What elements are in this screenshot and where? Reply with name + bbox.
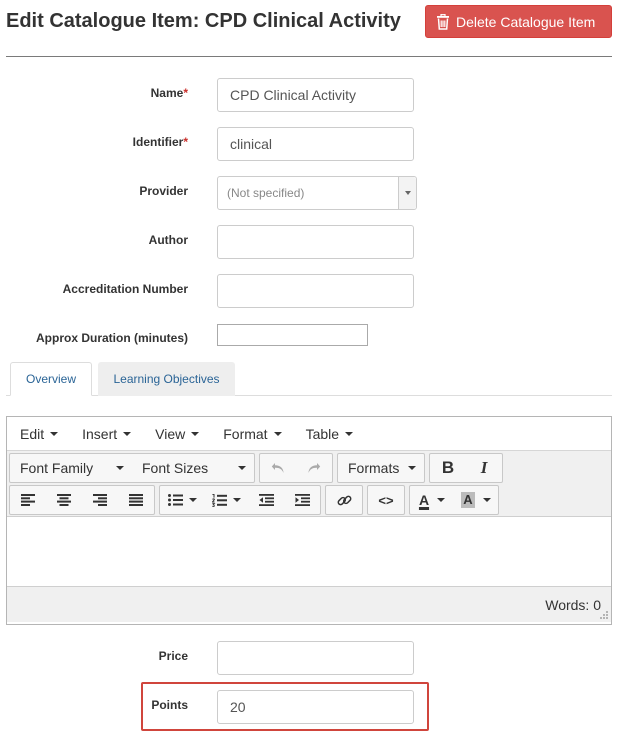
indent-button[interactable] [284,486,320,514]
bold-button[interactable]: B [430,454,466,482]
background-color-button[interactable]: A [454,486,498,514]
redo-button[interactable] [296,454,332,482]
editor-menubar: Edit Insert View Format Table [7,417,611,451]
page-title: Edit Catalogue Item: CPD Clinical Activi… [6,10,401,32]
title-divider [6,56,612,57]
alignment-buttons [9,485,155,515]
menu-view[interactable]: View [155,426,200,442]
caret-down-icon [437,498,446,502]
points-input[interactable]: 20 [217,690,414,724]
align-justify-button[interactable] [118,486,154,514]
rich-text-editor: Edit Insert View Format Table Font Famil… [6,416,612,625]
accreditation-number-label: Accreditation Number [62,282,188,296]
align-right-icon [93,494,107,506]
undo-button[interactable] [260,454,296,482]
points-label: Points [151,698,188,712]
caret-down-icon [408,466,416,470]
resize-handle-icon[interactable] [599,610,609,620]
italic-button[interactable]: I [466,454,502,482]
align-center-button[interactable] [46,486,82,514]
link-icon [337,493,352,508]
caret-down-icon [50,431,59,436]
caret-down-icon [188,498,197,502]
price-label: Price [158,649,188,663]
provider-label: Provider [139,184,188,198]
approx-duration-label: Approx Duration (minutes) [36,331,188,345]
font-sizes-dropdown[interactable]: Font Sizes [132,454,254,482]
required-marker: * [183,135,188,149]
accreditation-number-input[interactable] [217,274,414,308]
formats-dropdown[interactable]: Formats [338,454,424,482]
font-family-dropdown[interactable]: Font Family [10,454,132,482]
menu-insert[interactable]: Insert [82,426,132,442]
identifier-input[interactable]: clinical [217,127,414,161]
author-label: Author [148,233,188,247]
text-color-icon: A [418,492,430,508]
tab-overview[interactable]: Overview [10,362,92,396]
insert-link-button[interactable] [326,486,362,514]
bullet-list-button[interactable] [160,486,204,514]
outdent-button[interactable] [248,486,284,514]
background-color-icon: A [461,492,475,508]
trash-icon [436,13,450,30]
bullet-list-icon [167,494,183,506]
list-buttons [159,485,321,515]
caret-down-icon [482,498,491,502]
tab-learning-objectives[interactable]: Learning Objectives [98,362,235,396]
identifier-label: Identifier* [132,135,188,149]
editor-toolbar: Font Family Font Sizes Formats B I <> A … [7,451,611,517]
provider-selected-value: (Not specified) [227,186,305,200]
numbered-list-icon [211,493,227,507]
undo-icon [271,462,285,474]
caret-down-icon [238,466,246,470]
chevron-down-icon [398,177,416,209]
editor-content-area[interactable] [7,517,611,587]
required-marker: * [183,86,188,100]
text-color-button[interactable]: A [410,486,454,514]
history-buttons [259,453,333,483]
align-right-button[interactable] [82,486,118,514]
link-group [325,485,363,515]
delete-button-label: Delete Catalogue Item [456,13,596,30]
color-buttons: A A [409,485,499,515]
numbered-list-button[interactable] [204,486,248,514]
menu-edit[interactable]: Edit [20,426,59,442]
caret-down-icon [116,466,124,470]
name-label: Name* [150,86,188,100]
caret-down-icon [232,498,241,502]
align-justify-icon [129,494,143,506]
approx-duration-input[interactable] [217,324,368,346]
indent-icon [294,494,310,506]
caret-down-icon [273,431,282,436]
tabs-divider [6,395,612,396]
price-input[interactable] [217,641,414,675]
align-center-icon [57,494,71,506]
menu-format[interactable]: Format [223,426,282,442]
code-group: <> [367,485,405,515]
formats-group: Formats [337,453,425,483]
text-style-buttons: B I [429,453,503,483]
font-selectors: Font Family Font Sizes [9,453,255,483]
align-left-button[interactable] [10,486,46,514]
author-input[interactable] [217,225,414,259]
redo-icon [307,462,321,474]
caret-down-icon [191,431,200,436]
menu-table[interactable]: Table [306,426,354,442]
delete-catalogue-item-button[interactable]: Delete Catalogue Item [425,5,612,38]
caret-down-icon [123,431,132,436]
editor-statusbar: Words: 0 [7,587,611,622]
source-code-button[interactable]: <> [368,486,404,514]
align-left-icon [21,494,35,506]
outdent-icon [258,494,274,506]
provider-select[interactable]: (Not specified) [217,176,417,210]
word-count: Words: 0 [545,597,601,613]
name-input[interactable]: CPD Clinical Activity [217,78,414,112]
caret-down-icon [345,431,354,436]
